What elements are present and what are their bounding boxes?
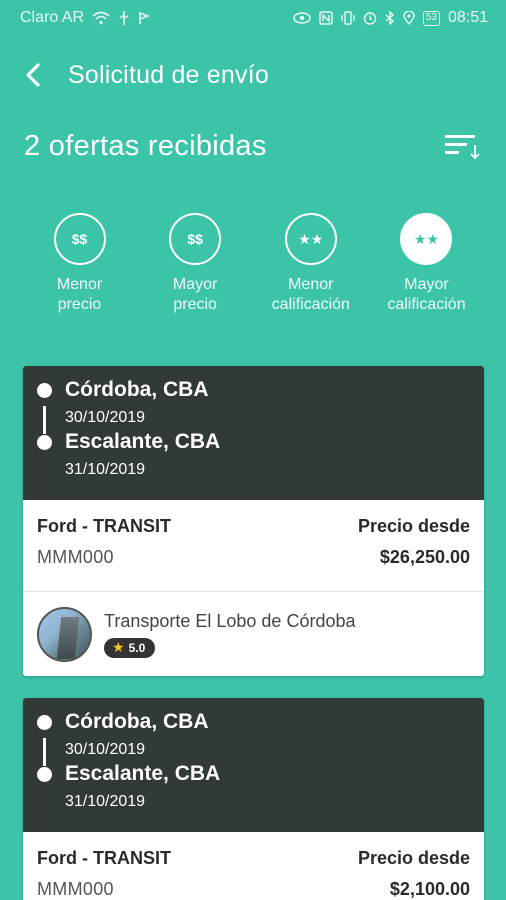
vehicle-name: Ford - TRANSIT <box>37 848 171 868</box>
vehicle-name: Ford - TRANSIT <box>37 516 171 536</box>
carrier-name: Claro AR <box>20 9 85 26</box>
origin-dot-icon <box>37 715 52 730</box>
vehicle-details: Ford - TRANSIT MMM000 Precio desde $26,2… <box>23 500 484 592</box>
sort-button[interactable] <box>442 126 482 166</box>
origin-stop: Córdoba, CBA 30/10/2019 <box>37 378 484 428</box>
usb-icon <box>118 10 130 26</box>
origin-city: Córdoba, CBA <box>65 710 209 733</box>
dollar-icon: $$ <box>53 213 106 265</box>
status-bar: Claro AR 53 08:51 <box>0 0 506 36</box>
route-section: Córdoba, CBA 30/10/2019 Escalante, CBA 3… <box>23 698 484 832</box>
filter-lowest-price[interactable]: $$ Menor precio <box>22 213 137 323</box>
filter-label: Mayor calificación <box>387 275 465 315</box>
vehicle-plate: MMM000 <box>37 547 114 567</box>
price-label: Precio desde <box>357 516 470 536</box>
star-icon: ★★ <box>284 213 337 265</box>
star-icon: ★★ <box>400 213 453 265</box>
page-title: Solicitud de envío <box>68 60 269 89</box>
offers-row: 2 ofertas recibidas <box>0 118 506 174</box>
filter-label: Menor calificación <box>272 275 350 315</box>
vehicle-plate: MMM000 <box>37 879 114 899</box>
route-line <box>43 406 46 434</box>
filter-highest-rating[interactable]: ★★ Mayor calificación <box>369 213 484 323</box>
destination-city: Escalante, CBA <box>65 762 221 785</box>
status-left: Claro AR <box>20 9 151 27</box>
nfc-icon <box>319 11 333 25</box>
avatar <box>37 606 92 662</box>
alarm-icon <box>363 11 377 25</box>
destination-date: 31/10/2019 <box>65 793 146 810</box>
filter-label-line: Menor <box>56 276 103 293</box>
filter-highest-price[interactable]: $$ Mayor precio <box>138 213 253 323</box>
price-value: $26,250.00 <box>379 547 470 567</box>
dollar-icon: $$ <box>169 213 222 265</box>
destination-dot-icon <box>37 767 52 782</box>
offer-card[interactable]: Córdoba, CBA 30/10/2019 Escalante, CBA 3… <box>23 366 484 676</box>
vibrate-icon <box>341 11 355 25</box>
destination-date: 31/10/2019 <box>65 461 146 478</box>
filter-label-line: Menor <box>288 276 334 293</box>
filter-label-line: precio <box>57 296 102 313</box>
price-value: $2,100.00 <box>389 879 470 899</box>
sort-icon <box>445 135 480 160</box>
filter-lowest-rating[interactable]: ★★ Menor calificación <box>253 213 368 323</box>
status-right: 53 08:51 <box>293 9 488 27</box>
rating-value: 5.0 <box>128 640 146 655</box>
vehicle-details: Ford - TRANSIT MMM000 Precio desde $2,10… <box>23 832 484 900</box>
sort-filters: $$ Menor precio $$ Mayor precio ★★ Menor… <box>22 213 484 323</box>
star-icon: ★ <box>112 639 125 655</box>
rating-badge: ★ 5.0 <box>104 637 156 658</box>
filter-label-line: Mayor <box>172 276 218 293</box>
route-section: Córdoba, CBA 30/10/2019 Escalante, CBA 3… <box>23 366 484 500</box>
filter-label-line: calificación <box>387 296 466 313</box>
flag-icon <box>138 11 151 25</box>
app-header: Solicitud de envío <box>0 50 506 100</box>
eye-icon <box>293 12 311 24</box>
filter-label-line: Mayor <box>404 276 449 293</box>
filter-label-line: calificación <box>271 296 350 313</box>
filter-label: Menor precio <box>57 275 102 315</box>
filter-label-line: precio <box>173 296 217 313</box>
location-icon <box>403 11 415 25</box>
chevron-left-icon <box>26 63 40 87</box>
destination-city: Escalante, CBA <box>65 430 221 453</box>
wifi-icon <box>92 11 110 25</box>
destination-dot-icon <box>37 435 52 450</box>
origin-stop: Córdoba, CBA 30/10/2019 <box>37 710 484 760</box>
carrier-name: Transporte El Lobo de Córdoba <box>104 610 356 631</box>
carrier-row[interactable]: Transporte El Lobo de Córdoba ★ 5.0 <box>23 592 484 676</box>
price-label: Precio desde <box>357 848 470 868</box>
bluetooth-icon <box>385 11 395 25</box>
filter-label: Mayor precio <box>173 275 217 315</box>
back-button[interactable] <box>24 55 56 95</box>
origin-dot-icon <box>37 383 52 398</box>
origin-date: 30/10/2019 <box>65 409 146 426</box>
route-line <box>43 738 46 766</box>
status-time: 08:51 <box>447 9 488 26</box>
destination-stop: Escalante, CBA 31/10/2019 <box>37 430 484 480</box>
origin-date: 30/10/2019 <box>65 741 146 758</box>
offers-count: 2 ofertas recibidas <box>24 129 267 162</box>
battery-icon: 53 <box>422 10 440 26</box>
destination-stop: Escalante, CBA 31/10/2019 <box>37 762 484 812</box>
offer-card[interactable]: Córdoba, CBA 30/10/2019 Escalante, CBA 3… <box>23 698 484 900</box>
origin-city: Córdoba, CBA <box>65 378 209 401</box>
